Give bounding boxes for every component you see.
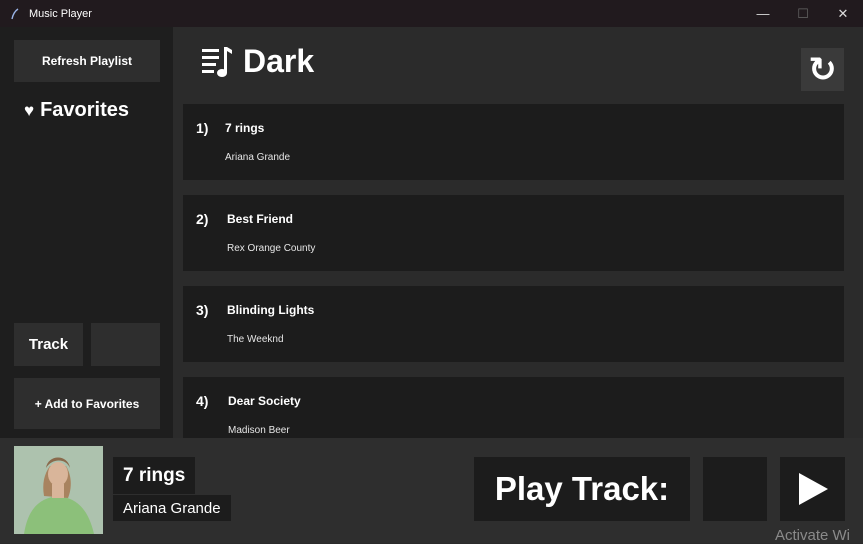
favorites-title: Favorites [40, 99, 130, 121]
play-icon [798, 473, 828, 505]
now-playing-title: 7 rings [113, 457, 196, 494]
track-label: Track [14, 323, 83, 366]
play-track-input[interactable] [703, 457, 767, 521]
track-name: Best Friend [227, 212, 294, 226]
maximize-button[interactable]: ☐ [783, 0, 823, 27]
track-name: Blinding Lights [227, 303, 315, 317]
heart-icon: ♥ [24, 100, 35, 120]
track-artist: Ariana Grande [225, 152, 291, 163]
sidebar: Refresh Playlist ♥ Favorites Track + Add… [0, 27, 173, 438]
track-card[interactable]: 3) Blinding Lights The Weeknd [183, 286, 844, 362]
track-name: Dear Society [228, 394, 301, 408]
track-number: 3) [196, 302, 209, 318]
track-number-input[interactable] [91, 323, 160, 366]
reload-icon: ↻ [808, 50, 837, 89]
playlist-header: Dark [201, 43, 314, 80]
favorites-header: ♥ Favorites [24, 99, 129, 122]
track-artist: The Weeknd [227, 334, 284, 345]
feather-icon [11, 7, 19, 19]
now-playing-bar: 7 rings Ariana Grande Play Track: Activa… [0, 438, 863, 544]
minimize-button[interactable]: — [743, 0, 783, 27]
add-to-favorites-button[interactable]: + Add to Favorites [14, 378, 160, 429]
track-card[interactable]: 4) Dear Society Madison Beer [183, 377, 844, 438]
playlist-title: Dark [243, 43, 315, 79]
playlist-icon [202, 46, 232, 77]
track-artist: Madison Beer [228, 425, 290, 436]
window-title: Music Player [29, 7, 92, 20]
play-button[interactable] [780, 457, 845, 521]
activate-windows-watermark: Activate Wi [775, 527, 851, 544]
window-controls: — ☐ ✕ [743, 0, 863, 27]
track-number: 1) [196, 120, 209, 136]
now-playing-artist: Ariana Grande [113, 495, 231, 521]
playlist-panel: Dark ↻ 1) 7 rings Ariana Grande 2) Best … [173, 27, 863, 438]
refresh-playlist-button[interactable]: Refresh Playlist [14, 40, 160, 82]
track-card[interactable]: 2) Best Friend Rex Orange County [183, 195, 844, 271]
title-bar: Music Player — ☐ ✕ [0, 0, 863, 27]
track-number: 4) [196, 393, 209, 409]
track-number: 2) [196, 211, 209, 227]
track-name: 7 rings [225, 121, 265, 135]
close-button[interactable]: ✕ [823, 0, 863, 27]
album-art [14, 446, 103, 534]
track-artist: Rex Orange County [227, 243, 316, 254]
play-track-label: Play Track: [474, 457, 690, 521]
track-card[interactable]: 1) 7 rings Ariana Grande [183, 104, 844, 180]
reload-button[interactable]: ↻ [801, 48, 844, 91]
